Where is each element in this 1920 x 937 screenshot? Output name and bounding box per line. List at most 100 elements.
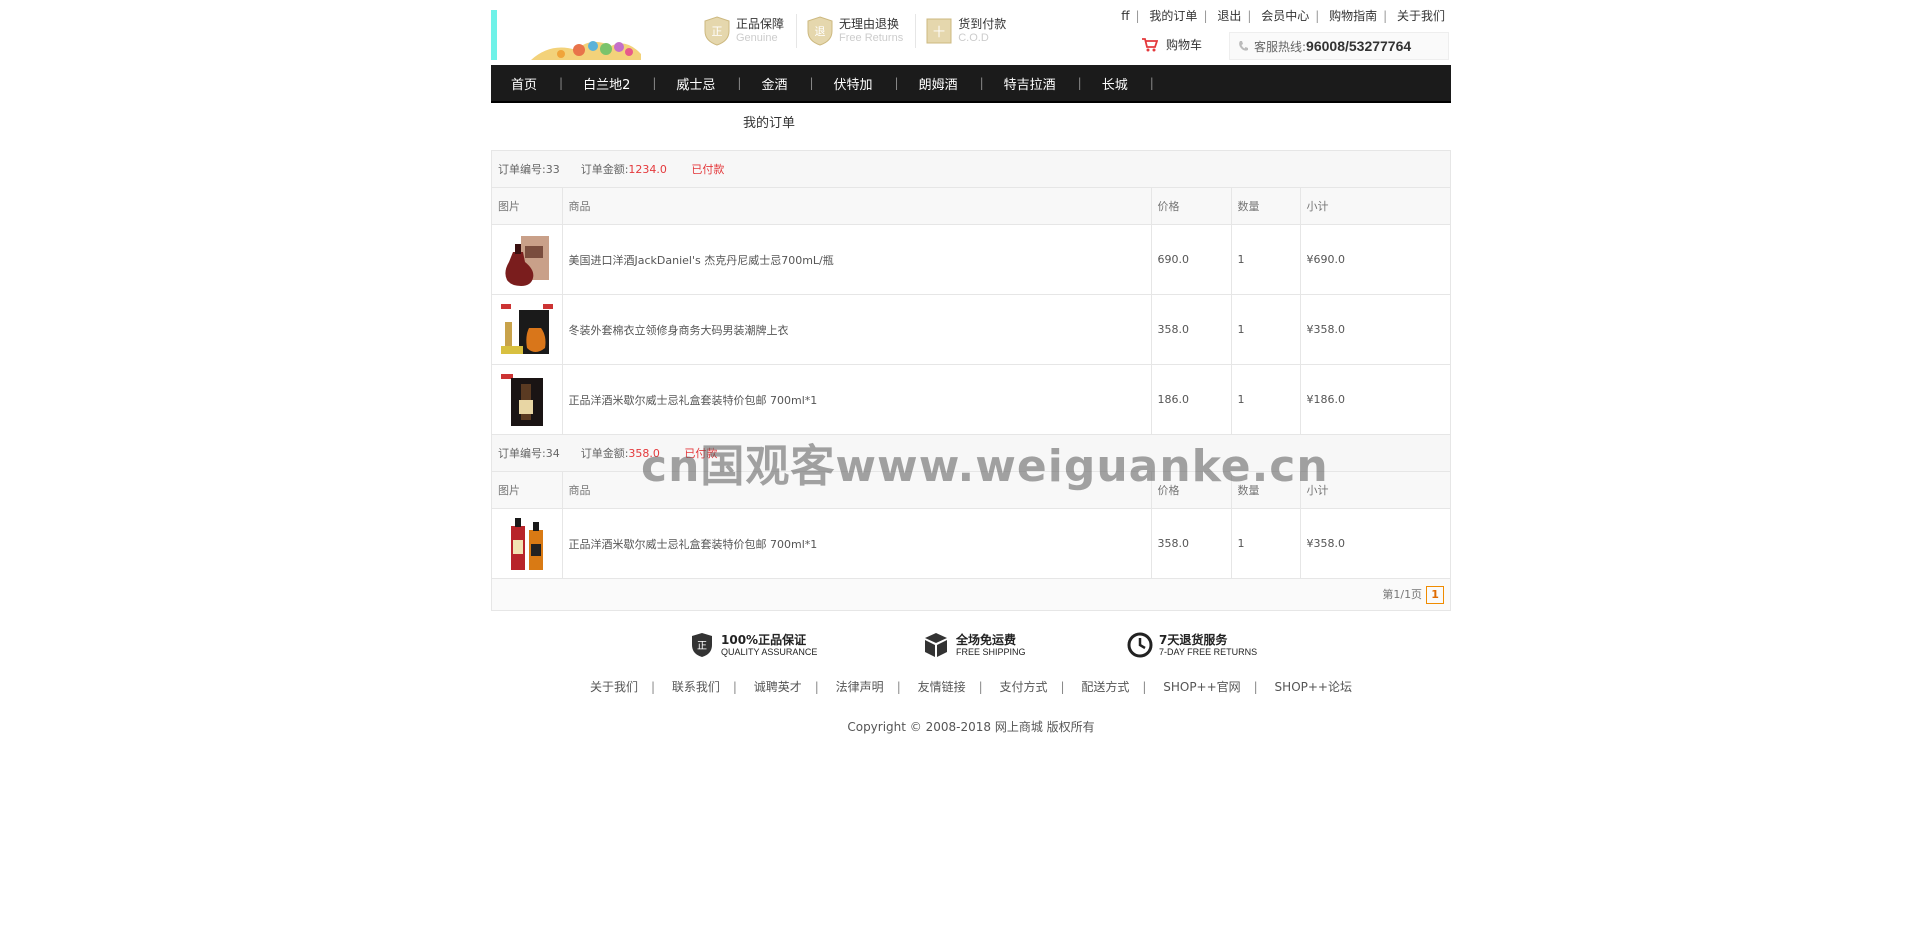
nav-item-tequila[interactable]: 特吉拉酒 | xyxy=(984,74,1082,93)
nav-label: 白兰地2 xyxy=(583,77,631,93)
order-header: 订单编号:34 订单金额:358.0 已付款 xyxy=(492,434,1451,472)
guarantee-shipping: 全场免运费 FREE SHIPPING xyxy=(924,632,1026,658)
my-orders-link[interactable]: 我的订单 xyxy=(1149,9,1197,23)
product-image[interactable] xyxy=(499,372,555,428)
clock-icon xyxy=(1127,632,1153,658)
product-image[interactable] xyxy=(499,232,555,288)
guarantee-subtitle: QUALITY ASSURANCE xyxy=(721,646,818,657)
table-row: 冬装外套棉衣立领修身商务大码男装潮牌上衣 358.0 1 ¥358.0 xyxy=(492,294,1451,365)
order-header: 订单编号:33 订单金额:1234.0 已付款 xyxy=(492,151,1451,188)
svg-text:退: 退 xyxy=(815,25,826,38)
product-subtotal: ¥358.0 xyxy=(1300,294,1451,365)
footer-link-forum[interactable]: SHOP++论坛 xyxy=(1275,680,1352,694)
product-image[interactable] xyxy=(499,302,555,358)
order-no: 34 xyxy=(545,447,560,460)
service-badges: 正 正品保障 Genuine 退 无理由退换 Free Returns 十 货到… xyxy=(704,14,1028,50)
nav-label: 威士忌 xyxy=(676,77,716,93)
guarantee-subtitle: FREE SHIPPING xyxy=(956,646,1026,657)
col-price: 价格 xyxy=(1151,187,1232,225)
order-amount: 1234.0 xyxy=(628,163,667,176)
order-amount-label: 订单金额: xyxy=(580,447,629,460)
page-number-button[interactable]: 1 xyxy=(1426,585,1445,604)
product-image-cell[interactable] xyxy=(492,224,563,295)
logo-artwork-icon xyxy=(531,41,641,60)
product-qty: 1 xyxy=(1231,364,1301,435)
product-price: 186.0 xyxy=(1151,364,1232,435)
nav-label: 首页 xyxy=(511,77,538,93)
hotline-label: 客服热线: xyxy=(1254,39,1307,54)
shopping-guide-link[interactable]: 购物指南 xyxy=(1329,9,1377,23)
product-image-cell[interactable] xyxy=(492,364,563,435)
nav-item-whisky[interactable]: 威士忌 | xyxy=(656,74,741,93)
product-name[interactable]: 正品洋酒米歇尔威士忌礼盒套装特价包邮 700ml*1 xyxy=(562,364,1152,435)
footer-link-friends[interactable]: 友情链接 xyxy=(918,680,966,694)
footer-link-contact[interactable]: 联系我们 xyxy=(672,680,720,694)
badge-subtitle: Genuine xyxy=(736,32,778,44)
product-image-cell[interactable] xyxy=(492,294,563,365)
badge-cod: 十 货到付款 C.O.D xyxy=(926,14,1018,48)
badge-subtitle: Free Returns xyxy=(839,32,904,44)
product-image[interactable] xyxy=(499,516,555,572)
member-center-link[interactable]: 会员中心 xyxy=(1261,9,1309,23)
table-row: 正品洋酒米歇尔威士忌礼盒套装特价包邮 700ml*1 186.0 1 ¥186.… xyxy=(492,364,1451,435)
product-image-cell[interactable] xyxy=(492,508,563,579)
order-status: 已付款 xyxy=(691,163,725,176)
column-headers: 图片 商品 价格 数量 小计 xyxy=(492,187,1451,225)
product-name[interactable]: 美国进口洋酒JackDaniel's 杰克丹尼威士忌700mL/瓶 xyxy=(562,224,1152,295)
col-qty: 数量 xyxy=(1231,471,1301,509)
username-link[interactable]: ff xyxy=(1121,9,1129,23)
footer-link-legal[interactable]: 法律声明 xyxy=(836,680,884,694)
badge-returns: 退 无理由退换 Free Returns xyxy=(807,14,917,48)
col-product: 商品 xyxy=(562,471,1152,509)
nav-item-rum[interactable]: 朗姆酒 | xyxy=(899,74,984,93)
logout-link[interactable]: 退出 xyxy=(1217,9,1241,23)
nav-label: 伏特加 xyxy=(833,77,873,93)
link-separator: | xyxy=(896,680,901,694)
col-image: 图片 xyxy=(492,187,563,225)
link-separator: | xyxy=(814,680,819,694)
col-price: 价格 xyxy=(1151,471,1232,509)
link-separator: | xyxy=(732,680,737,694)
footer-link-jobs[interactable]: 诚聘英才 xyxy=(754,680,802,694)
footer-link-about[interactable]: 关于我们 xyxy=(590,680,638,694)
hotline: 客服热线: 96008/53277764 xyxy=(1229,32,1449,60)
product-name[interactable]: 冬装外套棉衣立领修身商务大码男装潮牌上衣 xyxy=(562,294,1152,365)
link-separator: | xyxy=(1247,9,1252,23)
user-links: ff | 我的订单 | 退出 | 会员中心 | 购物指南 | 关于我们 xyxy=(1121,7,1445,24)
guarantee-title: 7天退货服务 xyxy=(1159,632,1228,647)
badge-title: 无理由退换 xyxy=(839,17,900,31)
nav-item-greatwall[interactable]: 长城 | xyxy=(1082,74,1154,93)
nav-item-home[interactable]: 首页 | xyxy=(491,74,563,93)
footer-link-delivery[interactable]: 配送方式 xyxy=(1081,680,1129,694)
link-separator: | xyxy=(1203,9,1208,23)
nav-label: 特吉拉酒 xyxy=(1003,77,1056,93)
main-nav: 首页 | 白兰地2 | 威士忌 | 金酒 | 伏特加 | 朗姆酒 | 特吉拉酒 | 长城 | xyxy=(491,65,1451,103)
svg-text:正: 正 xyxy=(712,25,723,38)
order-no-label: 订单编号: xyxy=(498,163,546,176)
footer-link-payment[interactable]: 支付方式 xyxy=(999,680,1047,694)
cart-label: 购物车 xyxy=(1166,38,1203,52)
nav-item-gin[interactable]: 金酒 | xyxy=(741,74,813,93)
order-amount-label: 订单金额: xyxy=(580,163,629,176)
column-headers: 图片 商品 价格 数量 小计 xyxy=(492,471,1451,509)
site-logo[interactable] xyxy=(491,10,651,60)
product-name[interactable]: 正品洋酒米歇尔威士忌礼盒套装特价包邮 700ml*1 xyxy=(562,508,1152,579)
page-title: 我的订单 xyxy=(743,116,796,131)
nav-item-vodka[interactable]: 伏特加 | xyxy=(814,74,899,93)
nav-label: 金酒 xyxy=(761,77,788,93)
guarantee-quality: 正 100%正品保证 QUALITY ASSURANCE xyxy=(691,632,817,658)
guarantee-title: 全场免运费 xyxy=(956,632,1017,647)
guarantee-returns: 7天退货服务 7-DAY FREE RETURNS xyxy=(1127,632,1257,658)
order-amount: 358.0 xyxy=(628,447,660,460)
hotline-number: 96008/53277764 xyxy=(1306,38,1412,54)
product-qty: 1 xyxy=(1231,224,1301,295)
link-separator: | xyxy=(978,680,983,694)
cart-link[interactable]: 购物车 xyxy=(1142,36,1202,53)
about-us-link[interactable]: 关于我们 xyxy=(1397,9,1445,23)
table-row: 美国进口洋酒JackDaniel's 杰克丹尼威士忌700mL/瓶 690.0 … xyxy=(492,224,1451,295)
shipping-box-icon xyxy=(925,633,947,657)
nav-label: 长城 xyxy=(1101,77,1128,93)
nav-separator: | xyxy=(1149,76,1154,90)
footer-link-official[interactable]: SHOP++官网 xyxy=(1163,680,1240,694)
nav-item-brandy[interactable]: 白兰地2 | xyxy=(563,74,656,93)
